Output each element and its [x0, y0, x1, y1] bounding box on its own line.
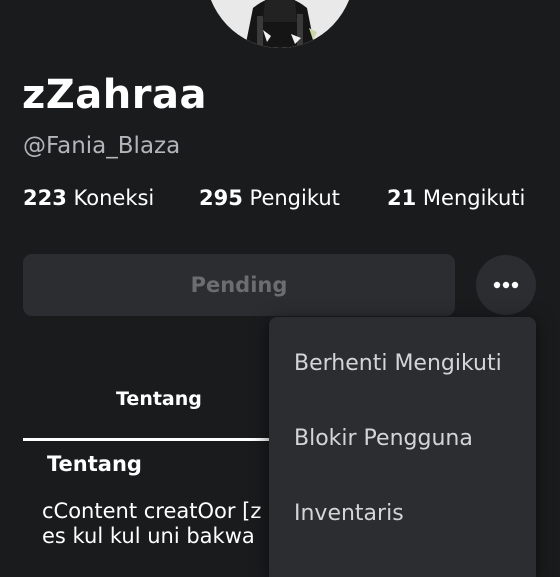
about-text: cContent creatOor [z es kul kul uni bakw…: [42, 499, 272, 549]
avatar[interactable]: [205, 0, 355, 48]
followers-label: Pengikut: [249, 186, 340, 210]
connections-label: Koneksi: [73, 186, 155, 210]
about-text-line-2: es kul kul uni bakwa: [42, 524, 255, 548]
pending-button[interactable]: Pending: [23, 254, 455, 316]
display-name: zZahraa: [22, 72, 207, 118]
about-section-title: Tentang: [47, 452, 142, 476]
more-horizontal-icon: [493, 281, 519, 289]
options-dropdown-menu: Berhenti Mengikuti Blokir Pengguna Inven…: [269, 317, 536, 577]
about-text-line-1: cContent creatOor [z: [42, 499, 262, 523]
menu-item-inventory[interactable]: Inventaris: [294, 501, 404, 526]
menu-item-block-user[interactable]: Blokir Pengguna: [294, 426, 473, 451]
username: @Fania_Blaza: [23, 133, 181, 159]
following-label: Mengikuti: [422, 186, 526, 210]
tab-active-indicator: [23, 438, 283, 441]
following-stat[interactable]: 21 Mengikuti: [387, 186, 525, 210]
more-options-button[interactable]: [476, 255, 536, 315]
menu-item-unfollow[interactable]: Berhenti Mengikuti: [294, 351, 502, 376]
followers-stat[interactable]: 295 Pengikut: [199, 186, 340, 210]
connections-stat[interactable]: 223 Koneksi: [23, 186, 154, 210]
connections-count: 223: [23, 186, 67, 210]
following-count: 21: [387, 186, 417, 210]
tab-about[interactable]: Tentang: [116, 388, 202, 410]
followers-count: 295: [199, 186, 243, 210]
avatar-image: [205, 0, 355, 48]
